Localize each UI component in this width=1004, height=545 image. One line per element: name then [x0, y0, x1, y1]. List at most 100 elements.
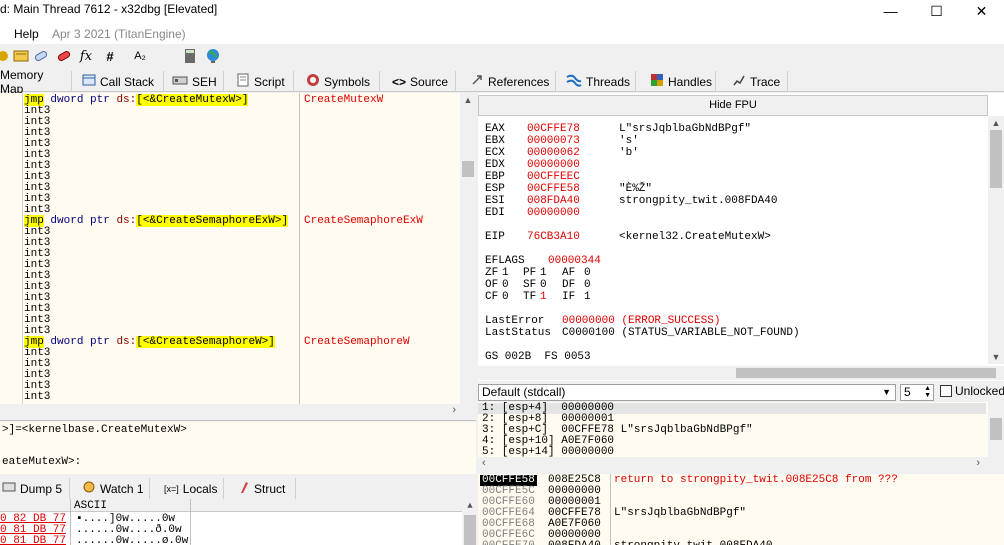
- dump-scroll-thumb[interactable]: [464, 515, 476, 545]
- menu-help[interactable]: Help: [14, 27, 39, 41]
- stack-row[interactable]: 00CFFE70 008FDA40 strongpity_twit.008FDA40: [478, 541, 1004, 545]
- dump-tab-bar: Dump 5 Watch 1 [x=] Locals Struct: [0, 477, 478, 499]
- disasm-row[interactable]: jmp dword ptr ds:[<&CreateSemaphoreW>] Cr…: [24, 336, 410, 348]
- patch-red-icon[interactable]: [55, 47, 73, 65]
- register-value[interactable]: 00CFFEEC: [527, 171, 580, 183]
- flag-value[interactable]: 0: [584, 267, 591, 279]
- scroll-right-icon[interactable]: ›: [452, 404, 456, 416]
- flag-name: PF: [523, 267, 537, 279]
- globe-icon[interactable]: [204, 47, 222, 65]
- scroll-up-icon[interactable]: ▲: [988, 116, 1004, 130]
- register-comment: strongpity_twit.008FDA40: [619, 195, 778, 207]
- minimize-button[interactable]: —: [868, 0, 913, 22]
- flag-value[interactable]: 0: [540, 279, 547, 291]
- flag-value[interactable]: 0: [584, 279, 591, 291]
- eflags-value[interactable]: 00000344: [548, 255, 601, 267]
- tab-source[interactable]: <> Source: [388, 71, 456, 92]
- menu-bar: Help Apr 3 2021 (TitanEngine): [0, 22, 1004, 44]
- disassembly-vscrollbar[interactable]: ▲: [460, 93, 476, 404]
- registers-panel[interactable]: EAX 00CFFE78 L"srsJqblbaGbNdBPgf" EBX 000000…: [478, 93, 1004, 381]
- eip-value[interactable]: 76CB3A10: [527, 231, 580, 243]
- disassembly-view[interactable]: jmp dword ptr ds:[<&CreateMutexW>] Create…: [0, 93, 463, 404]
- args-hscrollbar[interactable]: ‹ ›: [478, 457, 1004, 471]
- tab-trace[interactable]: Trace: [728, 71, 788, 92]
- arg-count-spinner[interactable]: 5 ▲ ▼: [900, 384, 934, 401]
- flag-value[interactable]: 0: [502, 291, 509, 303]
- script-icon[interactable]: [0, 47, 12, 65]
- calculator-icon[interactable]: [181, 47, 199, 65]
- flag-value[interactable]: 1: [540, 291, 547, 303]
- dump-hex-bytes[interactable]: 0 81 DB 77: [0, 536, 66, 545]
- tab-seh[interactable]: SEH: [168, 71, 224, 92]
- flag-value[interactable]: 0: [502, 279, 509, 291]
- hash-icon[interactable]: #: [101, 47, 119, 65]
- function-icon[interactable]: fx: [77, 47, 95, 65]
- tab-watch-1-label: Watch 1: [100, 481, 144, 496]
- trace-icon: [732, 73, 746, 90]
- segment-registers: GS 002B FS 0053: [485, 351, 591, 363]
- checkbox-box[interactable]: [940, 385, 952, 397]
- arguments-panel[interactable]: 1: [esp+4] 00000000 2: [esp+8] 00000001 3:…: [478, 402, 1004, 457]
- scroll-up-icon[interactable]: ▲: [462, 501, 478, 513]
- register-value[interactable]: 00000073: [527, 135, 580, 147]
- tab-locals[interactable]: [x=] Locals: [160, 478, 224, 499]
- register-value[interactable]: 008FDA40: [527, 195, 580, 207]
- tab-references[interactable]: References: [466, 71, 556, 92]
- register-value[interactable]: 00000062: [527, 147, 580, 159]
- tab-watch-1[interactable]: Watch 1: [78, 478, 150, 499]
- callstack-icon: [82, 73, 96, 90]
- tab-dump-5[interactable]: Dump 5: [0, 478, 70, 499]
- register-value[interactable]: 00000000: [527, 207, 580, 219]
- register-value[interactable]: 00CFFE78: [527, 123, 580, 135]
- dump-panel[interactable]: ASCII 0 82 DB 77 ▪....]0w.....0w 0 81 DB 7…: [0, 499, 478, 545]
- args-vscrollbar[interactable]: [988, 402, 1004, 457]
- scroll-down-icon[interactable]: ▼: [988, 350, 1004, 364]
- calling-convention-select[interactable]: Default (stdcall) ▼: [478, 384, 896, 401]
- flag-value[interactable]: 1: [584, 291, 591, 303]
- stack-address: 00CFFE70: [482, 541, 535, 545]
- tab-script[interactable]: Script: [232, 71, 294, 92]
- scroll-right-icon[interactable]: ›: [976, 457, 980, 469]
- maximize-button[interactable]: ☐: [914, 0, 959, 22]
- registers-scroll-thumb[interactable]: [990, 130, 1002, 188]
- build-date-label: Apr 3 2021 (TitanEngine): [52, 27, 186, 41]
- dump-ascii[interactable]: ......0w.....ø.0w: [76, 536, 188, 545]
- bandaid-icon[interactable]: [32, 47, 50, 65]
- registers-hscroll-thumb[interactable]: [736, 368, 996, 378]
- register-value[interactable]: 00000000: [527, 159, 580, 171]
- spinner-arrows-icon[interactable]: ▲ ▼: [924, 385, 931, 399]
- scroll-up-icon[interactable]: ▲: [460, 93, 476, 107]
- tab-struct[interactable]: Struct: [234, 478, 296, 499]
- scroll-left-icon[interactable]: ‹: [482, 457, 486, 469]
- registers-hscrollbar[interactable]: [478, 366, 1004, 380]
- stack-comment: strongpity_twit.008FDA40: [614, 541, 772, 545]
- flag-value[interactable]: 1: [502, 267, 509, 279]
- disassembly-scroll-thumb[interactable]: [462, 161, 474, 177]
- register-name: EDI: [485, 207, 505, 219]
- watch-icon: [82, 480, 96, 497]
- register-value[interactable]: 00CFFE58: [527, 183, 580, 195]
- hide-fpu-button[interactable]: Hide FPU: [478, 95, 988, 116]
- dump-vscrollbar[interactable]: ▲: [462, 499, 478, 545]
- register-comment: L"srsJqblbaGbNdBPgf": [619, 123, 752, 135]
- disasm-row[interactable]: int3: [24, 392, 50, 403]
- unlocked-checkbox[interactable]: Unlocked: [940, 384, 1004, 398]
- disasm-row[interactable]: jmp dword ptr ds:[<&CreateMutexW>] Create…: [24, 94, 383, 106]
- tab-handles[interactable]: Handles: [646, 71, 716, 92]
- tab-call-stack[interactable]: Call Stack: [78, 71, 164, 92]
- tab-memory-map[interactable]: Memory Map: [0, 68, 72, 96]
- close-button[interactable]: ✕: [959, 0, 1004, 22]
- toolbar: fx # A₂: [0, 44, 1004, 70]
- patch-icon[interactable]: [12, 47, 30, 65]
- argument-row[interactable]: 5: [esp+14] 00000000: [482, 447, 614, 458]
- disassembly-hscrollbar[interactable]: ›: [0, 404, 476, 418]
- tab-threads[interactable]: Threads: [562, 71, 636, 92]
- stack-panel[interactable]: 00CFFE58 008E25C8 return to strongpity_twi…: [478, 474, 1004, 545]
- registers-vscrollbar[interactable]: ▲ ▼: [988, 116, 1004, 364]
- disasm-row[interactable]: jmp dword ptr ds:[<&CreateSemaphoreExW>]…: [24, 215, 423, 227]
- tab-symbols[interactable]: Symbols: [302, 71, 380, 92]
- flag-name: TF: [523, 291, 537, 303]
- args-scroll-thumb[interactable]: [990, 418, 1002, 440]
- font-size-icon[interactable]: A₂: [131, 47, 149, 65]
- flag-value[interactable]: 1: [540, 267, 547, 279]
